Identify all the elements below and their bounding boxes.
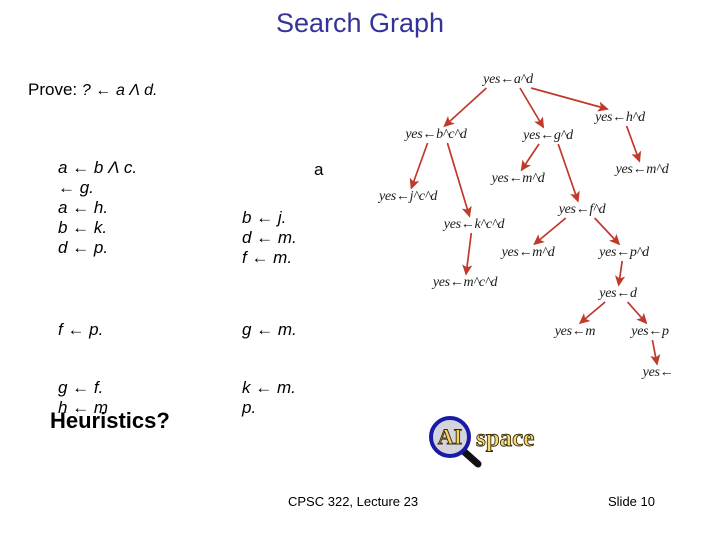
kb-clause: a ← h. — [58, 198, 109, 217]
prove-statement: Prove: ? ← a Λ d. — [28, 80, 157, 100]
kb-column-right: b ← j. d ← m. f ← m. — [242, 208, 297, 268]
kb-clause: a ← b Λ c. — [58, 158, 138, 177]
tree-node: yes←p — [631, 324, 669, 339]
tree-edge-arrow — [614, 260, 626, 287]
kb-clause: d ← m. — [242, 228, 297, 247]
tree-node: yes←p^d — [599, 245, 649, 260]
kb-clause: b ← k. — [58, 218, 108, 237]
tree-edge-arrow — [520, 143, 540, 172]
prove-label: Prove: — [28, 80, 78, 99]
tree-node: yes←m^d — [615, 162, 669, 177]
kb-column-left-group2: f ← p. — [58, 320, 103, 340]
tree-edge-arrow — [462, 232, 473, 276]
tree-edge-arrow — [530, 87, 609, 112]
kb-clause: ← g. — [58, 178, 94, 197]
tree-node: yes←j^c^d — [378, 189, 438, 204]
kb-clause: k ← m. — [242, 378, 296, 397]
tree-edge-arrow — [557, 143, 580, 203]
kb-clause: f ← m. — [242, 248, 293, 267]
kb-clause: g ← f. — [58, 378, 104, 397]
kb-column-right-group3: k ← m. p. — [242, 378, 296, 418]
footer-lecture-label: CPSC 322, Lecture 23 — [288, 494, 419, 509]
logo-text-ai: AI — [438, 424, 462, 449]
tree-edge-arrow — [593, 217, 621, 246]
tree-node: yes←b^c^d — [405, 127, 467, 142]
slide-canvas: Search Graph Prove: ? ← a Λ d. a ← b Λ c… — [0, 0, 720, 540]
tree-edge-arrow — [625, 125, 642, 163]
tree-edge-arrow — [578, 301, 606, 325]
logo-text-space: space — [476, 425, 534, 452]
tree-node: yes←h^d — [595, 110, 645, 125]
kb-column-left: a ← b Λ c. ← g. a ← h. b ← k. d ← p. — [58, 158, 137, 258]
aispace-logo: AI space — [424, 412, 564, 468]
tree-edge-arrow — [533, 217, 567, 246]
prove-query: ? ← — [81, 82, 112, 99]
kb-clause: p. — [242, 398, 257, 417]
search-tree: yes←a^d yes←b^c^d yes←g^d yes←h^d yes←j^c^d y… — [370, 55, 720, 415]
tree-node: yes←m^d — [501, 245, 555, 260]
kb-clause: f ← p. — [58, 320, 104, 339]
page-title: Search Graph — [275, 8, 445, 38]
tree-edge-arrow — [626, 301, 648, 325]
goal-atom-a: a — [314, 160, 324, 179]
tree-node: yes←a^d — [483, 72, 533, 87]
tree-edge-arrow — [409, 142, 429, 190]
heuristics-label: Heuristics? — [50, 408, 170, 433]
tree-node: yes←m^c^d — [432, 275, 498, 290]
tree-node: yes←k^c^d — [443, 217, 505, 232]
tree-node: yes←f^d — [558, 202, 606, 217]
tree-node: yes←d — [599, 286, 637, 301]
kb-clause: b ← j. — [242, 208, 287, 227]
kb-column-right-group2: g ← m. — [242, 320, 297, 340]
prove-body: a Λ d. — [115, 82, 158, 99]
kb-clause: g ← m. — [242, 320, 297, 339]
tree-edge-arrow — [519, 87, 545, 129]
tree-edge-arrow — [446, 142, 472, 218]
kb-clause: d ← p. — [58, 238, 109, 257]
tree-edge-arrow — [443, 87, 487, 128]
tree-node: yes←g^d — [523, 128, 573, 143]
tree-node: yes←m — [554, 324, 596, 339]
tree-edge-arrow — [650, 339, 661, 366]
tree-node: yes←m^d — [491, 171, 545, 186]
footer-slide-number: Slide 10 — [608, 494, 655, 509]
tree-node: yes← — [642, 365, 674, 380]
tree-edge-layer — [409, 87, 661, 366]
